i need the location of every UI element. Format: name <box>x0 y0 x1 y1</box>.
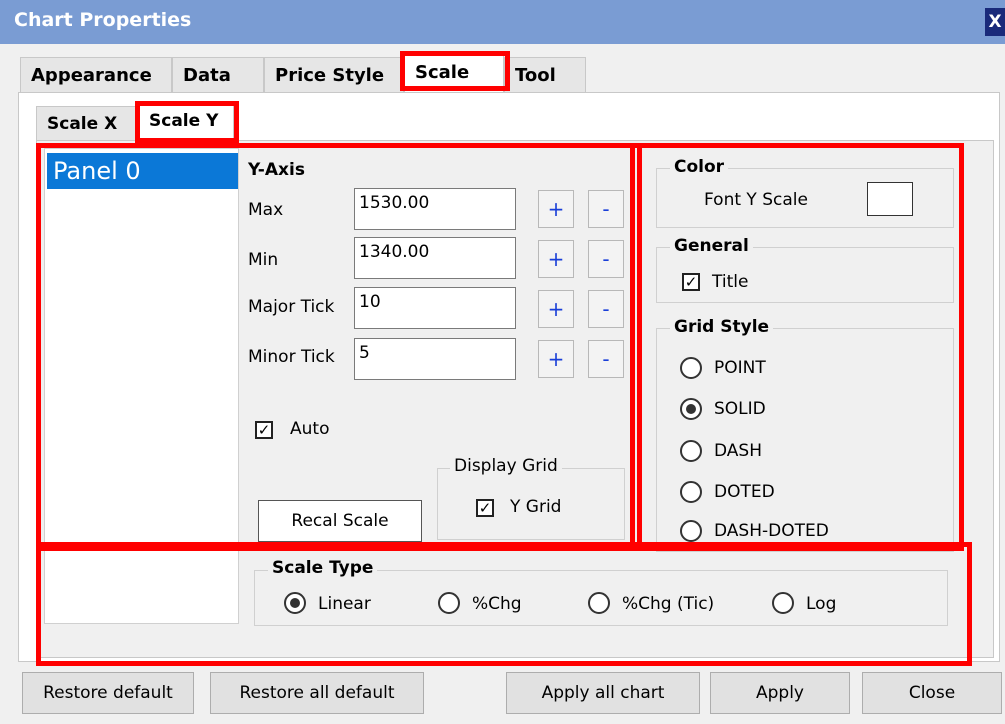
restore-default-button[interactable]: Restore default <box>22 672 194 714</box>
apply-all-chart-button[interactable]: Apply all chart <box>506 672 700 714</box>
tab-tool[interactable]: Tool <box>504 57 586 93</box>
tab-scale-x[interactable]: Scale X <box>36 106 136 140</box>
max-input[interactable]: 1530.00 <box>354 188 516 230</box>
min-label: Min <box>248 250 279 270</box>
y-grid-label: Y Grid <box>510 497 562 517</box>
grid-style-group <box>656 328 954 552</box>
max-minus-button[interactable]: - <box>588 190 624 228</box>
general-title: General <box>670 236 753 256</box>
min-minus-button[interactable]: - <box>588 240 624 278</box>
auto-label: Auto <box>290 419 330 439</box>
major-tick-label: Major Tick <box>248 297 335 317</box>
display-grid-title: Display Grid <box>450 456 562 476</box>
minor-tick-input[interactable]: 5 <box>354 338 516 380</box>
close-button[interactable]: Close <box>862 672 1002 714</box>
grid-point-radio[interactable] <box>680 357 702 379</box>
color-title: Color <box>670 157 729 177</box>
apply-button[interactable]: Apply <box>710 672 850 714</box>
scale-type-title: Scale Type <box>268 558 378 578</box>
scale-linear-radio[interactable] <box>284 592 306 614</box>
tab-scale[interactable]: Scale <box>404 54 504 93</box>
grid-doted-radio[interactable] <box>680 481 702 503</box>
minor-tick-plus-button[interactable]: + <box>538 340 574 378</box>
tab-data[interactable]: Data <box>172 57 264 93</box>
min-input[interactable]: 1340.00 <box>354 237 516 279</box>
tab-scale-y[interactable]: Scale Y <box>138 103 234 140</box>
window-title: Chart Properties <box>14 9 192 31</box>
panel-list-item[interactable]: Panel 0 <box>47 153 238 189</box>
y-axis-heading: Y-Axis <box>248 160 305 180</box>
grid-dash-radio[interactable] <box>680 440 702 462</box>
grid-dash-doted-label: DASH-DOTED <box>714 521 829 541</box>
max-label: Max <box>248 200 284 220</box>
grid-dash-label: DASH <box>714 441 762 461</box>
tab-price-style[interactable]: Price Style <box>264 57 404 93</box>
scale-pct-chg-label: %Chg <box>472 594 522 614</box>
scale-pct-chg-tic-label: %Chg (Tic) <box>622 594 715 614</box>
checkmark-icon: ✓ <box>257 421 271 439</box>
scale-pct-chg-tic-radio[interactable] <box>588 592 610 614</box>
grid-style-title: Grid Style <box>670 317 774 337</box>
checkmark-icon: ✓ <box>684 273 698 291</box>
major-tick-plus-button[interactable]: + <box>538 290 574 328</box>
title-checkbox[interactable]: ✓ <box>682 273 700 291</box>
title-label: Title <box>712 272 749 292</box>
y-grid-checkbox[interactable]: ✓ <box>476 499 494 517</box>
scale-log-radio[interactable] <box>772 592 794 614</box>
grid-dash-doted-radio[interactable] <box>680 520 702 542</box>
auto-checkbox[interactable]: ✓ <box>255 421 273 439</box>
checkmark-icon: ✓ <box>478 499 492 517</box>
scale-log-label: Log <box>806 594 837 614</box>
window-close-button[interactable]: X <box>985 8 1005 36</box>
tab-appearance[interactable]: Appearance <box>20 57 172 93</box>
font-y-scale-label: Font Y Scale <box>704 190 808 210</box>
restore-all-default-button[interactable]: Restore all default <box>210 672 424 714</box>
min-plus-button[interactable]: + <box>538 240 574 278</box>
major-tick-minus-button[interactable]: - <box>588 290 624 328</box>
major-tick-input[interactable]: 10 <box>354 287 516 329</box>
panel-list[interactable]: Panel 0 <box>44 148 239 624</box>
minor-tick-label: Minor Tick <box>248 347 335 367</box>
max-plus-button[interactable]: + <box>538 190 574 228</box>
grid-solid-radio[interactable] <box>680 398 702 420</box>
scale-pct-chg-radio[interactable] <box>438 592 460 614</box>
minor-tick-minus-button[interactable]: - <box>588 340 624 378</box>
scale-linear-label: Linear <box>318 594 371 614</box>
grid-solid-label: SOLID <box>714 399 766 419</box>
title-bar: Chart Properties X <box>0 0 1005 44</box>
font-y-scale-color-swatch[interactable] <box>867 182 913 216</box>
grid-point-label: POINT <box>714 358 766 378</box>
recal-scale-button[interactable]: Recal Scale <box>258 500 422 542</box>
grid-doted-label: DOTED <box>714 482 775 502</box>
